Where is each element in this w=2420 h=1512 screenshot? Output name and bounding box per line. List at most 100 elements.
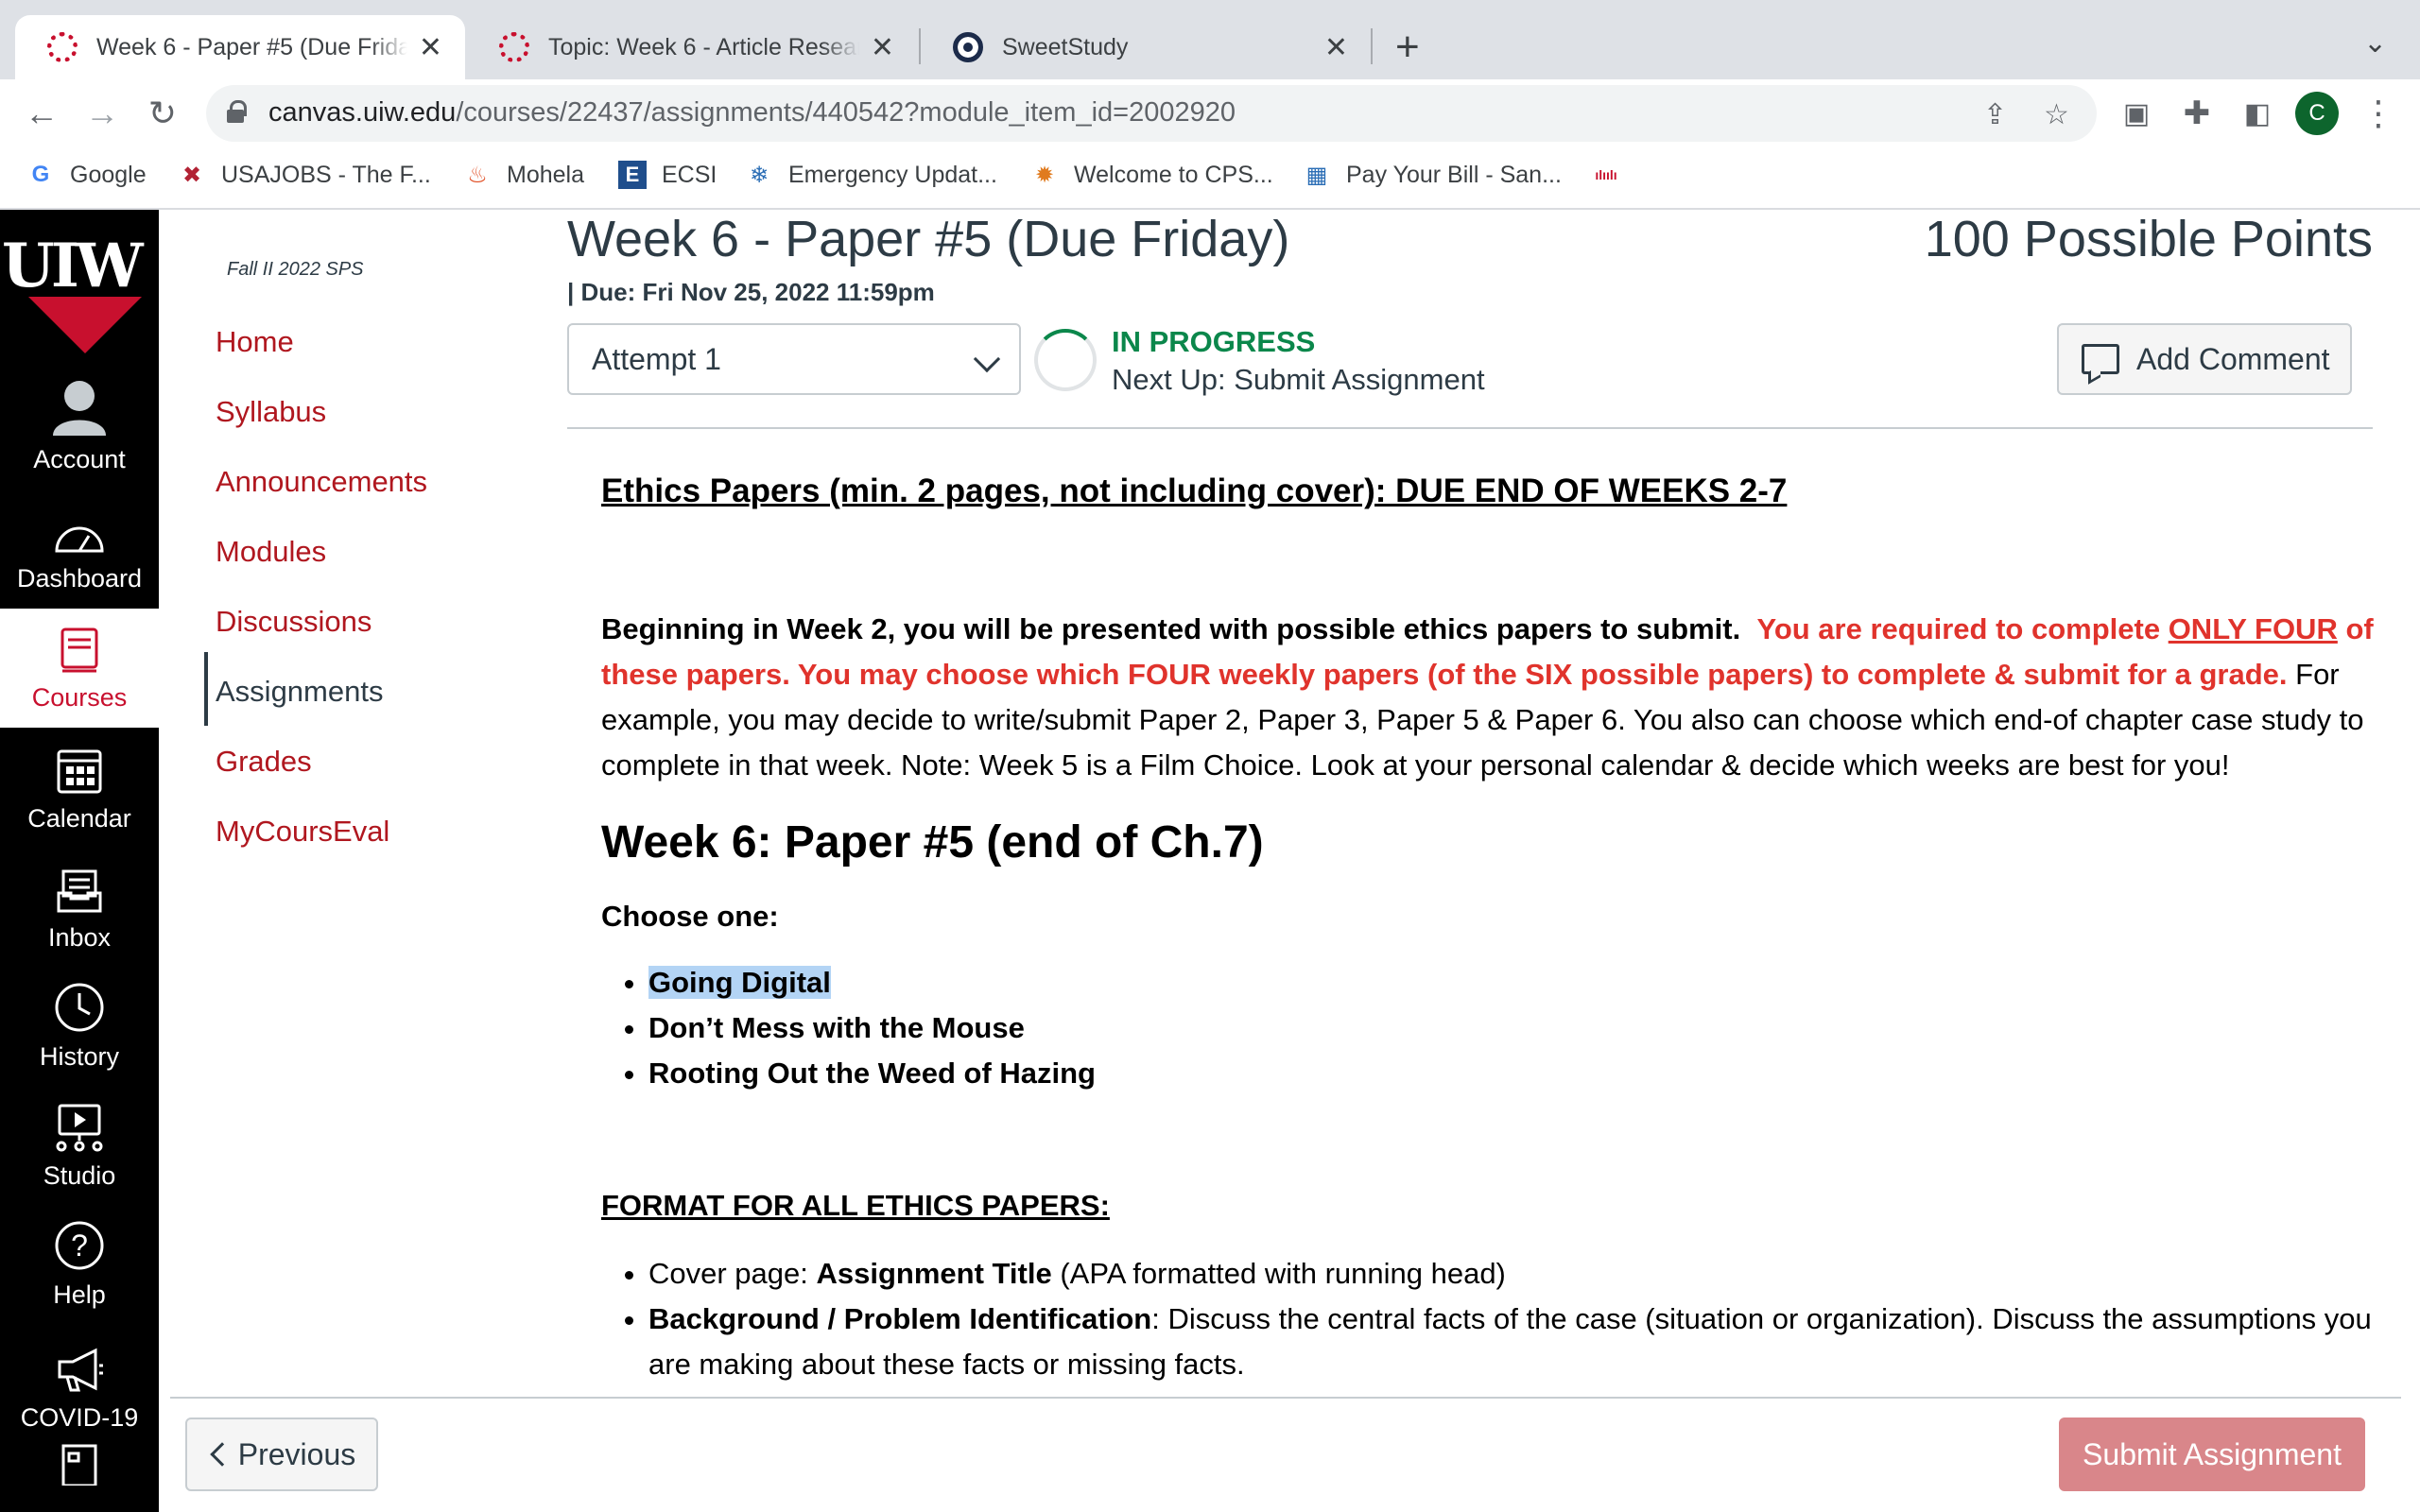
assignment-footer: Previous Submit Assignment <box>170 1397 2401 1512</box>
next-up-label: Next Up: Submit Assignment <box>1112 363 1485 396</box>
progress-ring-icon <box>1034 329 1097 391</box>
document-icon <box>56 1438 103 1486</box>
forward-arrow-icon[interactable]: → <box>79 91 125 136</box>
cisco-icon: ılıılı <box>1595 167 1617 182</box>
browser-tab-topic[interactable]: Topic: Week 6 - Article Research ✕ <box>467 15 917 79</box>
course-nav-discussions[interactable]: Discussions <box>216 605 372 639</box>
global-nav-account[interactable]: Account <box>0 370 159 490</box>
ethics-papers-heading: Ethics Papers (min. 2 pages, not includi… <box>601 472 1788 509</box>
course-nav-assignments[interactable]: Assignments <box>216 675 383 709</box>
add-comment-button[interactable]: Add Comment <box>2057 323 2352 395</box>
global-nav-history[interactable]: History <box>0 968 159 1087</box>
course-nav-mycourseval[interactable]: MyCoursEval <box>216 815 389 849</box>
global-nav-covid[interactable]: COVID-19 <box>0 1329 159 1448</box>
close-tab-icon[interactable]: ✕ <box>419 31 442 64</box>
course-nav-announcements[interactable]: Announcements <box>216 465 427 499</box>
side-panel-icon[interactable]: ◧ <box>2235 91 2280 136</box>
building-icon: ▦ <box>1305 162 1328 188</box>
tab-title: Topic: Week 6 - Article Research <box>548 33 859 60</box>
list-item: Background / Problem Identification: Dis… <box>648 1297 2378 1387</box>
bookmark-mohela[interactable]: ♨ Mohela <box>463 161 584 189</box>
format-heading: FORMAT FOR ALL ETHICS PAPERS: <box>601 1189 1110 1222</box>
list-item: Cover page: Assignment Title (APA format… <box>648 1251 2378 1297</box>
assignment-title: Week 6 - Paper #5 (Due Friday) <box>567 211 1290 267</box>
dashboard-gauge-icon <box>53 517 106 555</box>
attempt-select[interactable]: Attempt 1 <box>567 323 1021 395</box>
calendar-icon <box>56 746 103 795</box>
browser-toolbar: ← → ↻ canvas.uiw.edu/courses/22437/assig… <box>0 79 2420 147</box>
new-tab-icon[interactable]: + <box>1395 21 1420 74</box>
submit-assignment-button[interactable]: Submit Assignment <box>2059 1418 2365 1491</box>
studio-icon <box>54 1103 105 1152</box>
more-menu-icon[interactable]: ⋮ <box>2356 91 2401 136</box>
share-icon[interactable]: ⇪ <box>1983 98 2007 131</box>
bookmark-pay-bill[interactable]: ▦ Pay Your Bill - San... <box>1303 161 1562 189</box>
mohela-icon: ♨ <box>467 162 488 188</box>
global-nav-inbox[interactable]: Inbox <box>0 849 159 968</box>
reload-icon[interactable]: ↻ <box>140 91 185 136</box>
tab-title: Week 6 - Paper #5 (Due Friday) <box>96 33 407 60</box>
bookmark-usajobs[interactable]: ✖ USAJOBS - The F... <box>178 161 431 189</box>
puzzle-extensions-icon[interactable]: ✚ <box>2174 91 2220 136</box>
snowflake-icon: ❄ <box>749 162 769 188</box>
cardinal-logo-icon <box>28 297 142 353</box>
global-nav-more[interactable] <box>0 1438 159 1512</box>
global-nav-studio[interactable]: Studio <box>0 1087 159 1206</box>
header-divider <box>567 427 2373 429</box>
url-text: canvas.uiw.edu/courses/22437/assignments… <box>268 97 1236 128</box>
browser-tab-assignment[interactable]: Week 6 - Paper #5 (Due Friday) ✕ <box>15 15 465 79</box>
help-question-icon: ? <box>54 1220 105 1271</box>
extension-icon[interactable]: ▣ <box>2114 91 2159 136</box>
profile-avatar[interactable]: C <box>2295 92 2339 135</box>
chevron-left-icon <box>210 1442 234 1467</box>
global-nav-courses[interactable]: Courses <box>0 609 159 728</box>
bookmark-ecsi[interactable]: E ECSI <box>618 161 717 189</box>
megaphone-icon <box>54 1347 105 1394</box>
bookmark-cps[interactable]: ✹ Welcome to CPS... <box>1030 161 1273 189</box>
possible-points: 100 Possible Points <box>1924 211 2373 267</box>
list-item: Going Digital <box>648 960 2378 1005</box>
back-arrow-icon[interactable]: ← <box>19 91 64 136</box>
bookmark-google[interactable]: G Google <box>26 161 147 189</box>
courses-book-icon <box>59 627 100 674</box>
uiw-logo[interactable]: UIW <box>0 231 159 363</box>
course-navigation: Fall II 2022 SPS Home Syllabus Announcem… <box>159 210 556 1391</box>
course-nav-modules[interactable]: Modules <box>216 535 326 569</box>
course-nav-syllabus[interactable]: Syllabus <box>216 395 326 429</box>
bookmark-emergency[interactable]: ❄ Emergency Updat... <box>745 161 997 189</box>
browser-tabstrip: Week 6 - Paper #5 (Due Friday) ✕ Topic: … <box>0 0 2420 79</box>
previous-button[interactable]: Previous <box>185 1418 378 1491</box>
tab-search-chevron-icon[interactable]: ⌄ <box>2363 26 2387 60</box>
google-icon: G <box>31 162 50 187</box>
global-nav-calendar[interactable]: Calendar <box>0 730 159 849</box>
course-term-label: Fall II 2022 SPS <box>227 259 364 280</box>
uiw-favicon-icon <box>47 32 78 62</box>
attempt-select-value: Attempt 1 <box>592 341 721 376</box>
course-nav-grades[interactable]: Grades <box>216 745 312 779</box>
browser-tab-sweetstudy[interactable]: SweetStudy ✕ <box>921 15 1371 79</box>
tab-title: SweetStudy <box>1002 33 1129 60</box>
list-item: Don’t Mess with the Mouse <box>648 1005 2378 1051</box>
list-item: Rooting Out the Weed of Hazing <box>648 1051 2378 1096</box>
global-nav-help[interactable]: ? Help <box>0 1206 159 1325</box>
choose-one-label: Choose one: <box>601 900 779 933</box>
week-heading: Week 6: Paper #5 (end of Ch.7) <box>601 817 1264 868</box>
account-avatar-icon <box>51 377 108 436</box>
paper-options-list: Going Digital Don’t Mess with the Mouse … <box>648 960 2378 1096</box>
lock-icon <box>227 100 247 123</box>
close-tab-icon[interactable]: ✕ <box>1324 31 1348 64</box>
inbox-icon <box>56 868 103 914</box>
bookmark-cisco[interactable]: ılıılı <box>1592 161 1635 189</box>
course-nav-home[interactable]: Home <box>216 325 294 359</box>
due-date: | Due: Fri Nov 25, 2022 11:59pm <box>567 278 935 306</box>
comment-icon <box>2082 344 2119 374</box>
bookmark-star-icon[interactable]: ☆ <box>2044 98 2069 131</box>
svg-text:?: ? <box>71 1228 88 1263</box>
active-indicator <box>204 652 208 726</box>
cps-icon: ✹ <box>1034 162 1055 188</box>
tab-separator <box>1371 28 1373 64</box>
global-nav-dashboard[interactable]: Dashboard <box>0 490 159 609</box>
address-bar[interactable]: canvas.uiw.edu/courses/22437/assignments… <box>206 85 2097 142</box>
format-list: Cover page: Assignment Title (APA format… <box>648 1251 2378 1387</box>
close-tab-icon[interactable]: ✕ <box>871 31 894 64</box>
